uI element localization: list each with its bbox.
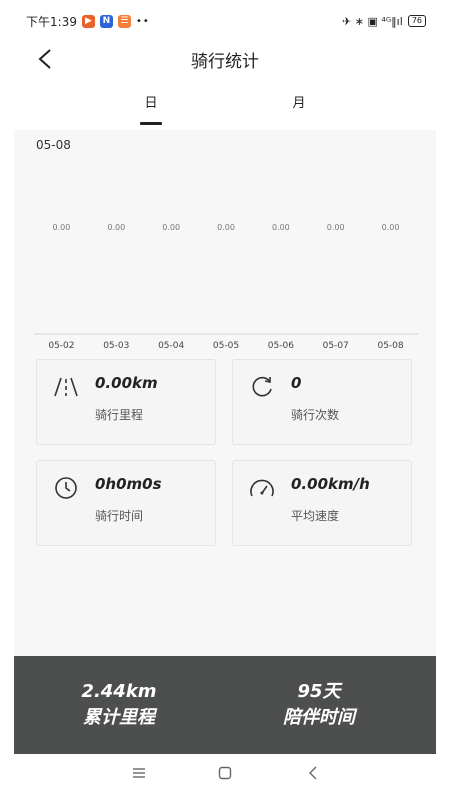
stat-label: 骑行次数 bbox=[291, 408, 340, 422]
total-distance: 2.44km 累计里程 bbox=[39, 680, 199, 732]
chart-value-label: 0.00 bbox=[327, 223, 345, 232]
clock-icon bbox=[51, 473, 81, 503]
system-nav-bar bbox=[14, 754, 436, 792]
battery-icon: 76 bbox=[407, 15, 426, 27]
chart-tick-label: 05-06 bbox=[268, 341, 294, 351]
stat-card-time: 0h0m0s 骑行时间 bbox=[36, 460, 216, 546]
n-notification-icon: N bbox=[99, 14, 113, 28]
total-distance-label: 累计里程 bbox=[83, 707, 155, 728]
system-back-button[interactable] bbox=[298, 760, 328, 786]
stat-label: 骑行里程 bbox=[95, 408, 144, 422]
page-title: 骑行统计 bbox=[191, 51, 259, 72]
app-notification-icon: ▶ bbox=[81, 14, 95, 28]
stat-value: 0 bbox=[291, 374, 302, 392]
chart-tick-label: 05-03 bbox=[103, 341, 129, 351]
status-left: 下午1:39 ▶ N ☰ •• bbox=[26, 13, 150, 30]
stat-card-speed: 0.00km/h 平均速度 bbox=[232, 460, 412, 546]
speedometer-icon bbox=[247, 473, 277, 503]
app2-notification-icon: ☰ bbox=[117, 14, 131, 28]
chart-value-label: 0.00 bbox=[107, 223, 125, 232]
summary-panel: 2.44km 累计里程 95天 陪伴时间 bbox=[14, 656, 436, 754]
menu-button[interactable] bbox=[124, 760, 154, 786]
stat-value: 0.00km bbox=[95, 374, 158, 392]
stat-value: 0.00km/h bbox=[291, 475, 370, 493]
chart-tick-label: 05-04 bbox=[158, 341, 184, 351]
companion-days-label: 陪伴时间 bbox=[283, 707, 355, 728]
status-bar: 下午1:39 ▶ N ☰ •• ✈ ∗ ▣ ⁴ᴳ‖ıl 76 bbox=[14, 8, 436, 34]
chart-tick-label: 05-02 bbox=[48, 341, 74, 351]
tab-day-label: 日 bbox=[144, 96, 158, 111]
tab-day[interactable]: 日 bbox=[111, 92, 191, 128]
stat-label: 骑行时间 bbox=[95, 509, 144, 523]
refresh-icon bbox=[247, 372, 277, 402]
companion-days-value: 95天 bbox=[297, 681, 341, 702]
header: 骑行统计 bbox=[14, 34, 436, 84]
period-tabs: 日 月 bbox=[14, 84, 436, 130]
tab-month[interactable]: 月 bbox=[259, 92, 339, 128]
menu-icon bbox=[133, 768, 145, 778]
stat-card-distance: 0.00km 骑行里程 bbox=[36, 359, 216, 445]
more-notifications-icon: •• bbox=[135, 15, 150, 27]
status-right: ✈ ∗ ▣ ⁴ᴳ‖ıl 76 bbox=[342, 15, 426, 28]
chart-tick-label: 05-07 bbox=[323, 341, 349, 351]
tab-active-indicator bbox=[140, 122, 162, 125]
road-icon bbox=[51, 372, 81, 402]
chart-value-label: 0.00 bbox=[217, 223, 235, 232]
app-screen: 下午1:39 ▶ N ☰ •• ✈ ∗ ▣ ⁴ᴳ‖ıl 76 骑行统计 日 月 bbox=[14, 8, 436, 792]
riding-chart[interactable]: 05-08 0.00 05-02 0.00 05-03 0.00 05-04 0.00 05-… bbox=[14, 130, 436, 358]
chart-value-label: 0.00 bbox=[162, 223, 180, 232]
chevron-left-icon bbox=[38, 49, 51, 69]
stat-value: 0h0m0s bbox=[95, 475, 162, 493]
home-button[interactable] bbox=[210, 760, 240, 786]
home-icon bbox=[218, 766, 232, 780]
chart-svg: 0.00 05-02 0.00 05-03 0.00 05-04 0.00 05-05 0.00… bbox=[34, 223, 418, 351]
chart-tick-label: 05-05 bbox=[213, 341, 239, 351]
chart-value-label: 0.00 bbox=[382, 223, 400, 232]
chart-tick-label: 05-08 bbox=[377, 341, 403, 351]
companion-days: 95天 陪伴时间 bbox=[239, 680, 399, 732]
signal-icons: ✈ ∗ ▣ ⁴ᴳ‖ıl bbox=[342, 14, 403, 28]
status-time: 下午1:39 bbox=[26, 14, 77, 29]
stat-label: 平均速度 bbox=[291, 509, 340, 523]
chevron-left-icon bbox=[309, 766, 317, 780]
stat-card-rides: 0 骑行次数 bbox=[232, 359, 412, 445]
chart-value-label: 0.00 bbox=[272, 223, 290, 232]
chart-value-label: 0.00 bbox=[53, 223, 71, 232]
total-distance-value: 2.44km bbox=[81, 681, 157, 702]
tab-month-label: 月 bbox=[292, 96, 306, 111]
back-button[interactable] bbox=[32, 46, 58, 72]
